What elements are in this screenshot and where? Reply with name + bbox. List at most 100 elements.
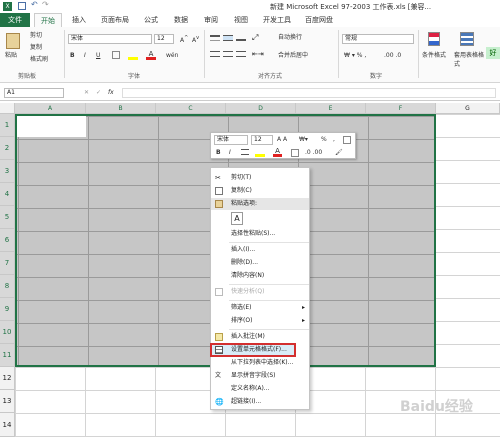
row-header[interactable]: 4 <box>0 183 15 206</box>
tab-review[interactable]: 审阅 <box>198 13 224 27</box>
align-top-icon[interactable] <box>210 35 220 41</box>
menu-item-sort[interactable]: 排序(O) ▸ <box>211 315 309 327</box>
style-good-cell[interactable]: 好 <box>486 47 500 59</box>
menu-item-delete[interactable]: 删除(D)... <box>211 257 309 269</box>
align-bottom-icon[interactable] <box>236 35 246 41</box>
menu-item-pick-from-list[interactable]: 从下拉列表中选择(K)... <box>211 357 309 369</box>
mini-fill-icon[interactable] <box>255 148 265 157</box>
align-center-icon[interactable] <box>223 51 233 57</box>
cut-button[interactable]: 剪切 <box>30 31 42 40</box>
mini-borders-icon[interactable] <box>291 149 299 157</box>
copy-button[interactable]: 复制 <box>30 43 42 52</box>
paste-option-icon[interactable]: A <box>231 212 243 225</box>
tab-view[interactable]: 视图 <box>228 13 254 27</box>
mini-font-select[interactable]: 宋体 <box>214 135 248 145</box>
menu-item-phonetic[interactable]: 文 显示拼音字段(S) <box>211 370 309 382</box>
align-left-icon[interactable] <box>210 51 220 57</box>
row-header[interactable]: 14 <box>0 413 15 437</box>
font-name-select[interactable]: 宋体 <box>68 34 152 44</box>
mini-format-painter-icon[interactable]: 🖌 <box>335 148 343 157</box>
select-all-corner[interactable] <box>0 103 15 114</box>
tab-home[interactable]: 开始 <box>34 13 62 27</box>
save-icon[interactable] <box>18 2 26 10</box>
mini-align-icon[interactable] <box>241 149 249 155</box>
mini-font-color-icon[interactable]: A <box>273 147 282 157</box>
menu-item-quick-analysis[interactable]: 快速分析(Q) <box>211 286 309 298</box>
menu-item-paste-special[interactable]: 选择性粘贴(S)... <box>211 228 309 240</box>
font-grow-icon[interactable]: A^ <box>180 34 188 45</box>
table-format-icon[interactable] <box>460 32 474 46</box>
align-middle-icon[interactable] <box>223 35 233 41</box>
menu-item-format-cells[interactable]: 设置单元格格式(F)... <box>210 343 296 357</box>
row-header[interactable]: 6 <box>0 229 15 252</box>
mini-decimal-icon[interactable]: .0 .00 <box>305 148 322 157</box>
menu-item-define-name[interactable]: 定义名称(A)... <box>211 383 309 395</box>
column-header-g[interactable]: G <box>436 103 500 114</box>
menu-item-hyperlink[interactable]: 🌐 超链接(I)... <box>211 396 309 408</box>
row-header[interactable]: 5 <box>0 206 15 229</box>
underline-button[interactable]: U <box>96 51 100 60</box>
row-header[interactable]: 12 <box>0 367 15 390</box>
row-header[interactable]: 13 <box>0 390 15 413</box>
italic-button[interactable]: I <box>84 51 86 60</box>
tab-data[interactable]: 数据 <box>168 13 194 27</box>
menu-item-insert[interactable]: 插入(I)... <box>211 244 309 256</box>
formula-input[interactable] <box>122 88 496 98</box>
menu-item-copy[interactable]: 复制(C) <box>211 185 309 197</box>
paste-button[interactable]: 粘贴 <box>5 51 17 60</box>
menu-item-cut[interactable]: ✂ 剪切(T) <box>211 172 309 184</box>
font-shrink-icon[interactable]: Av <box>192 34 199 45</box>
menu-item-clear-contents[interactable]: 清除内容(N) <box>211 270 309 282</box>
mini-italic-button[interactable]: I <box>229 148 231 157</box>
font-size-select[interactable]: 12 <box>154 34 174 44</box>
active-cell-a1[interactable] <box>17 116 86 137</box>
fill-color-icon[interactable] <box>128 51 138 60</box>
unselected-cells[interactable] <box>436 114 500 367</box>
column-header-b[interactable]: B <box>86 103 156 114</box>
name-box[interactable]: A1 <box>4 88 64 98</box>
wrap-text-button[interactable]: 自动换行 <box>278 33 302 42</box>
row-header[interactable]: 8 <box>0 275 15 298</box>
column-header-c[interactable]: C <box>156 103 226 114</box>
decimal-icon[interactable]: .00 .0 <box>384 51 401 60</box>
row-header[interactable]: 3 <box>0 160 15 183</box>
menu-item-insert-comment[interactable]: 插入批注(M) <box>211 331 309 343</box>
tab-baidu-netdisk[interactable]: 百度网盘 <box>300 13 338 27</box>
redo-icon[interactable]: ↷ <box>42 0 49 9</box>
column-header-a[interactable]: A <box>15 103 86 114</box>
row-header[interactable]: 9 <box>0 298 15 321</box>
tab-page-layout[interactable]: 页面布局 <box>96 13 134 27</box>
cancel-icon[interactable]: ✕ <box>84 88 89 97</box>
align-right-icon[interactable] <box>236 51 246 57</box>
undo-icon[interactable]: ↶ <box>31 0 38 9</box>
table-format-button[interactable]: 套用表格格式 <box>454 51 484 69</box>
tab-file[interactable]: 文件 <box>0 13 30 27</box>
currency-icon[interactable]: ₩ ▾ % , <box>344 51 366 60</box>
borders-icon[interactable] <box>112 51 120 59</box>
number-format-select[interactable]: 常规 <box>342 34 414 44</box>
tab-developer[interactable]: 开发工具 <box>258 13 296 27</box>
mini-grow-icon[interactable]: A A <box>277 135 287 144</box>
menu-item-filter[interactable]: 筛选(E) ▸ <box>211 302 309 314</box>
column-header-f[interactable]: F <box>366 103 436 114</box>
mini-currency-icon[interactable]: ₩▾ <box>299 135 308 144</box>
merge-center-button[interactable]: 合并后居中 <box>278 51 308 60</box>
orientation-icon[interactable]: ⤢ <box>252 33 258 43</box>
row-header[interactable]: 1 <box>0 114 15 137</box>
mini-bold-button[interactable]: B <box>216 148 221 157</box>
enter-icon[interactable]: ✓ <box>96 88 101 97</box>
row-header[interactable]: 7 <box>0 252 15 275</box>
font-color-icon[interactable]: A <box>146 50 156 60</box>
paste-icon[interactable] <box>6 33 20 49</box>
mini-comma-icon[interactable]: , <box>333 135 335 144</box>
indent-icon[interactable]: ⇤⇥ <box>252 50 264 58</box>
fx-icon[interactable]: fx <box>108 88 114 97</box>
menu-item-paste-options[interactable]: 粘贴选项: <box>211 198 309 210</box>
mini-percent-button[interactable]: % <box>321 135 327 144</box>
row-header[interactable]: 11 <box>0 344 15 367</box>
row-header[interactable]: 10 <box>0 321 15 344</box>
row-header[interactable]: 2 <box>0 137 15 160</box>
mini-size-select[interactable]: 12 <box>251 135 273 145</box>
conditional-format-button[interactable]: 条件格式 <box>422 51 446 60</box>
conditional-format-icon[interactable] <box>428 32 440 46</box>
